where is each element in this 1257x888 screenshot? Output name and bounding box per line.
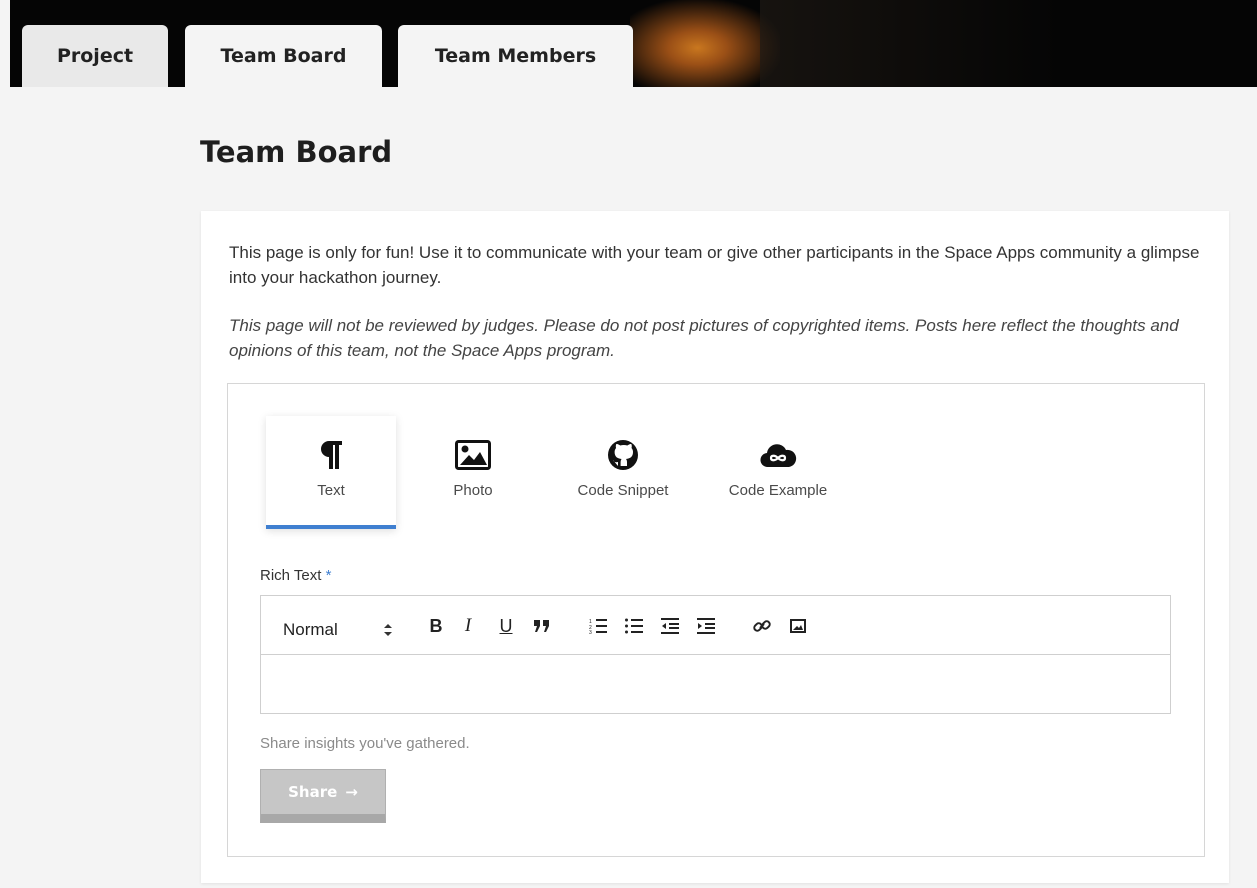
share-button-label: Share — [288, 783, 338, 801]
github-icon — [607, 438, 639, 472]
post-type-code-snippet[interactable]: Code Snippet — [558, 416, 688, 529]
indent-icon[interactable] — [695, 614, 717, 638]
post-type-code-example[interactable]: Code Example — [708, 416, 848, 529]
rich-text-label: Rich Text * — [260, 567, 331, 584]
post-type-photo[interactable]: Photo — [408, 416, 538, 529]
intro-text: This page is only for fun! Use it to com… — [229, 243, 1200, 287]
outdent-icon[interactable] — [659, 614, 681, 638]
underline-button[interactable]: U — [495, 614, 517, 638]
helper-text: Share insights you've gathered. — [260, 735, 470, 752]
banner-image — [630, 0, 780, 87]
banner-shade — [760, 0, 1257, 87]
ordered-list-icon[interactable]: 123 — [587, 614, 609, 638]
bold-button[interactable]: B — [425, 614, 447, 638]
post-type-label: Photo — [453, 482, 493, 499]
share-button[interactable]: Share → — [260, 769, 386, 823]
tab-team-members[interactable]: Team Members — [398, 25, 633, 87]
svg-text:3: 3 — [589, 630, 592, 634]
required-marker: * — [325, 567, 332, 584]
team-board-card: This page is only for fun! Use it to com… — [201, 211, 1229, 883]
field-label-text: Rich Text — [260, 567, 322, 584]
tab-project[interactable]: Project — [22, 25, 168, 87]
link-icon[interactable] — [751, 614, 773, 638]
bullet-list-icon[interactable] — [623, 614, 645, 638]
post-type-label: Text — [317, 482, 345, 499]
insert-image-icon[interactable] — [787, 614, 809, 638]
sort-arrows-icon — [384, 624, 392, 636]
tab-team-board[interactable]: Team Board — [185, 25, 382, 87]
format-select[interactable]: Normal — [283, 618, 393, 642]
cloud-infinity-icon — [759, 438, 797, 472]
format-select-value: Normal — [283, 620, 338, 639]
image-icon — [455, 438, 491, 472]
editor-toolbar: Normal B I U 123 — [261, 596, 1170, 655]
arrow-right-icon: → — [345, 783, 358, 801]
blockquote-icon[interactable] — [530, 614, 554, 638]
pilcrow-icon — [319, 438, 343, 472]
post-type-label: Code Example — [728, 482, 828, 499]
banner-edge — [0, 0, 10, 87]
post-type-text[interactable]: Text — [266, 416, 396, 529]
post-type-label: Code Snippet — [577, 482, 669, 499]
page-title: Team Board — [200, 135, 393, 169]
disclaimer-text: This page will not be reviewed by judges… — [229, 316, 1179, 360]
post-composer: Text Photo Code Snippet Code Example Ric… — [227, 383, 1205, 857]
rich-text-editor: Normal B I U 123 — [260, 595, 1171, 714]
editor-text-area[interactable] — [261, 655, 1170, 713]
italic-button[interactable]: I — [457, 614, 479, 638]
